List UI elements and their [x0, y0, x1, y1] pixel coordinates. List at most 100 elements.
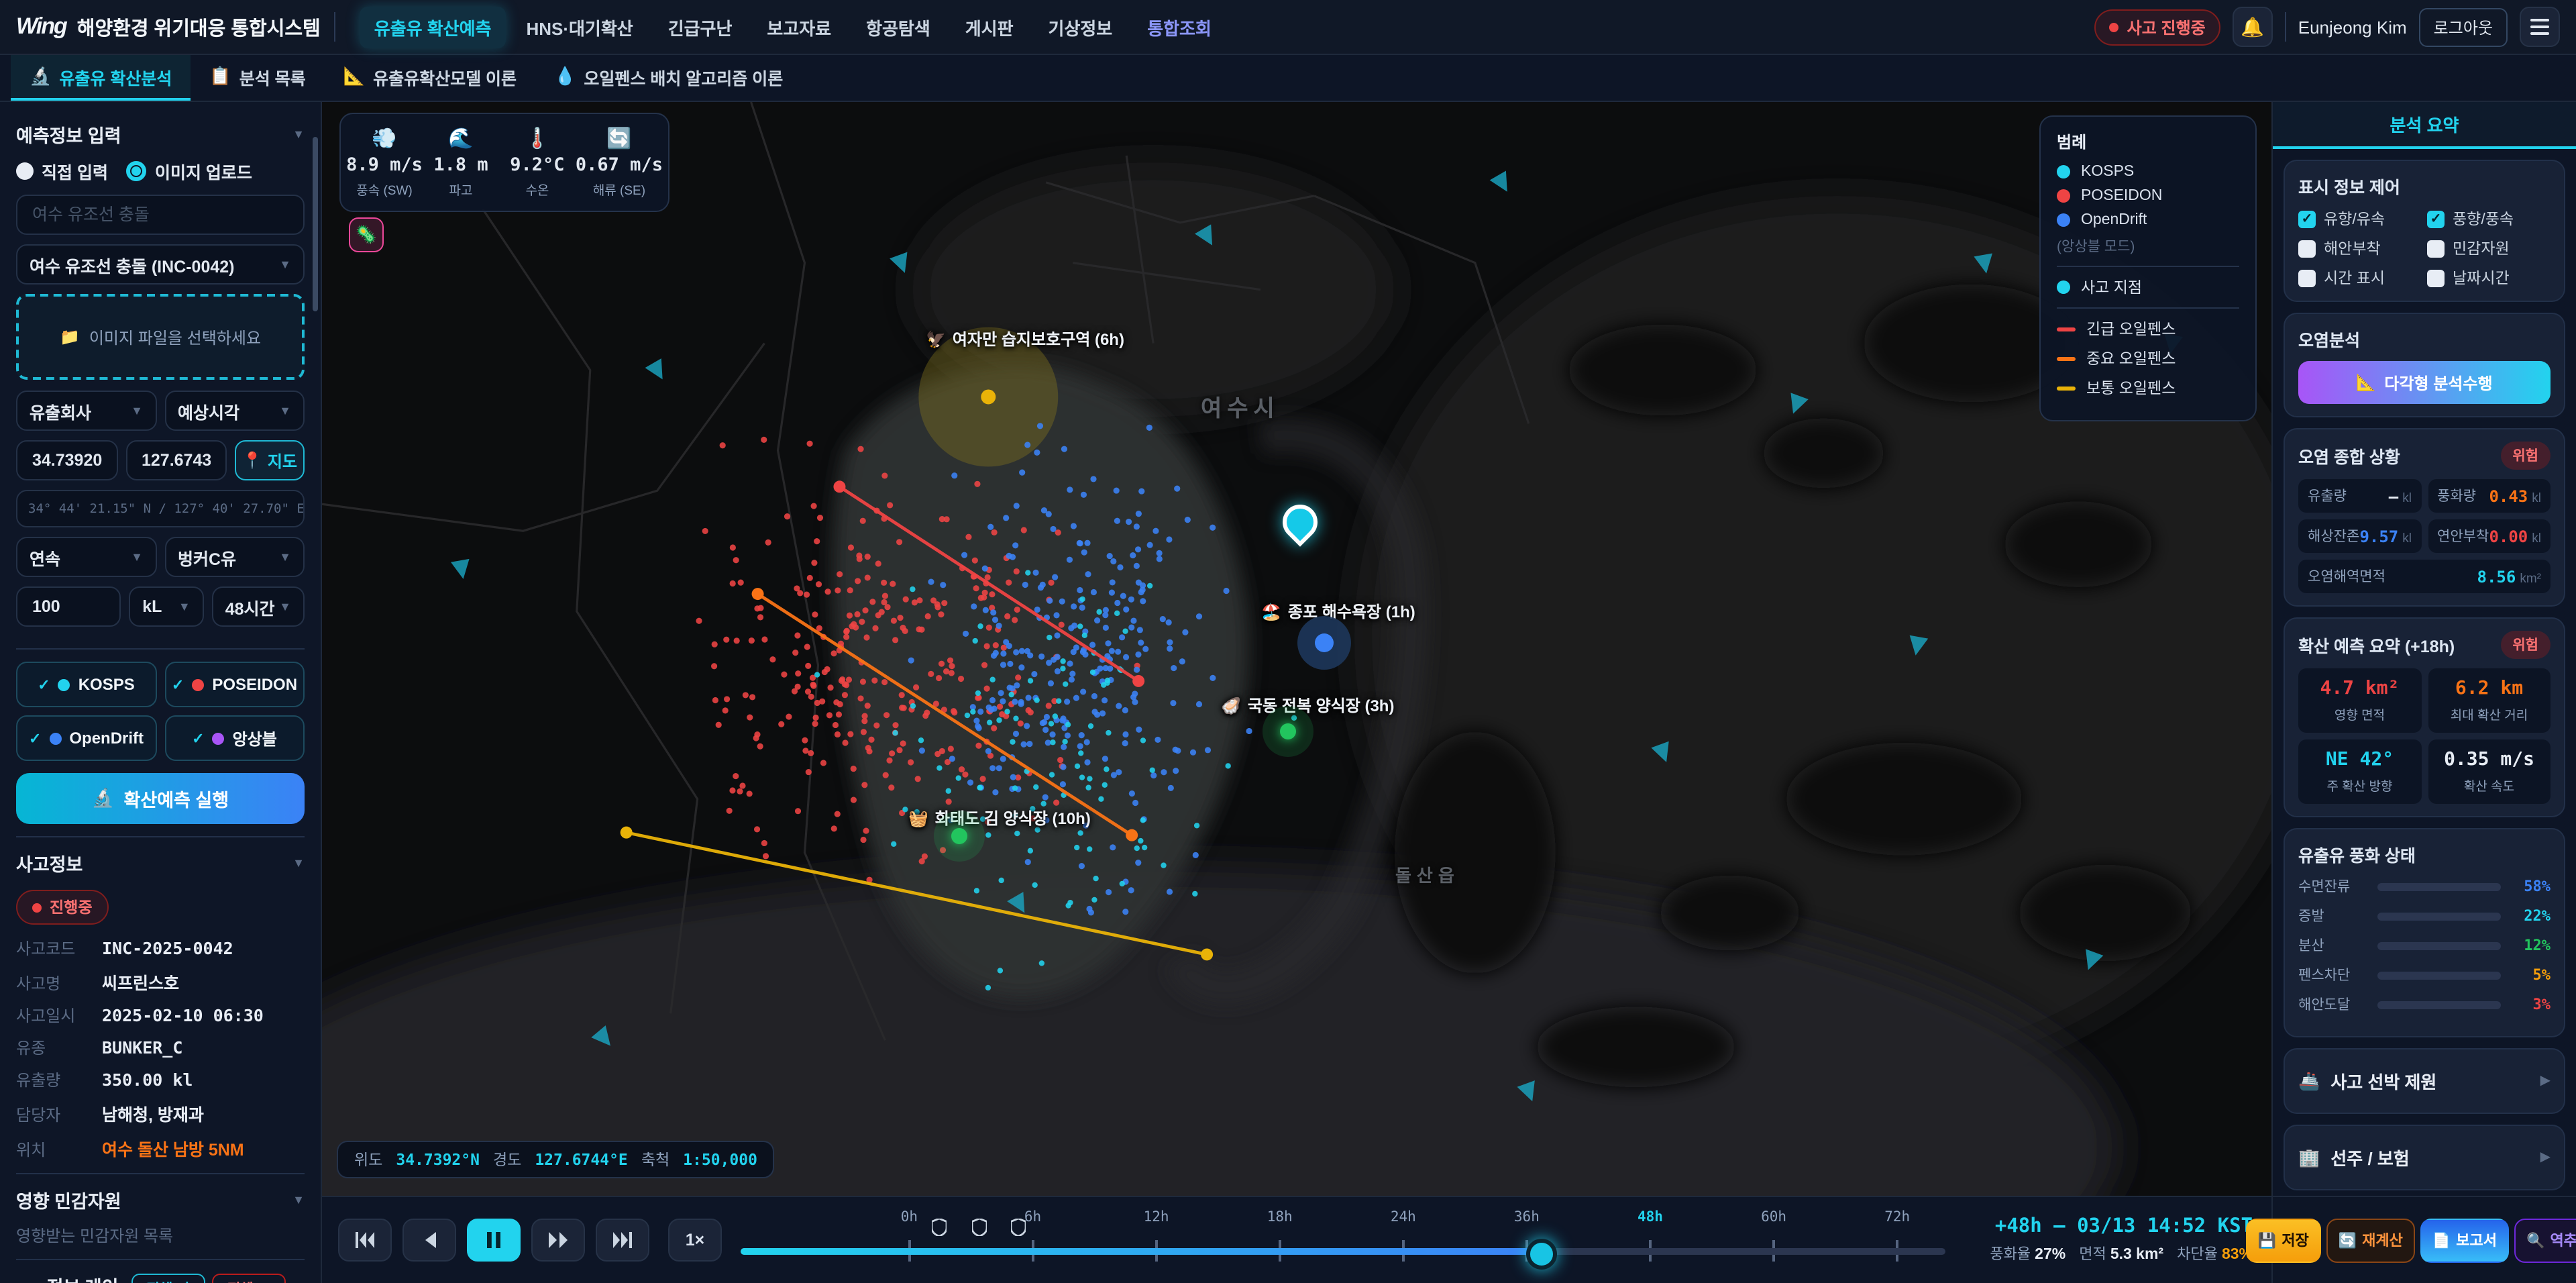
oil-type-select[interactable]: 벙커C유▼ [164, 537, 305, 577]
incident-select[interactable]: 여수 유조선 충돌 (INC-0042) ▼ [16, 244, 305, 285]
oil-particle [1077, 623, 1083, 629]
bstat-value: 5.3 km² [2110, 1247, 2163, 1263]
tab-유출유 확산분석[interactable]: 🔬유출유 확산분석 [11, 55, 191, 101]
pick-on-map-button[interactable]: 📍 지도 [235, 440, 305, 480]
oil-particle [1116, 703, 1122, 709]
oil-particle [908, 658, 914, 664]
radio-image-upload[interactable]: 이미지 업로드 [127, 158, 252, 184]
oil-particle [862, 607, 868, 613]
amount-input[interactable] [30, 596, 107, 617]
oil-particle [847, 613, 853, 619]
layers-all-on-button[interactable]: 전체 켜기 [131, 1274, 205, 1283]
map-marker[interactable] [934, 811, 985, 862]
analysis-summary-tab[interactable]: 분석 요약 [2273, 102, 2576, 149]
fence-endpoint [621, 827, 633, 839]
oil-particle [1064, 699, 1070, 705]
sensitive-section-header[interactable]: 영향 민감자원 ▼ [16, 1186, 305, 1213]
model-toggle-POSEIDON[interactable]: ✓POSEIDON [164, 662, 305, 707]
display-check-유향/유속[interactable]: ✓유향/유속 [2298, 208, 2422, 229]
oil-particle [984, 686, 990, 692]
sidebar-scrollbar[interactable] [313, 137, 318, 311]
oil-particle [938, 611, 944, 617]
checkbox-label: 날짜시간 [2453, 267, 2510, 289]
expected-time-select[interactable]: 예상시각▼ [164, 391, 305, 431]
menu-button[interactable] [2520, 7, 2560, 47]
longitude-input[interactable] [139, 450, 213, 471]
longitude-field-wrap [125, 440, 227, 480]
oil-particle [805, 688, 811, 695]
tab-분석 목록[interactable]: 📋분석 목록 [191, 55, 324, 101]
oil-particle [980, 776, 986, 782]
display-check-해안부착[interactable]: 해안부착 [2298, 238, 2422, 259]
oil-particle [1012, 785, 1018, 790]
oil-particle [1134, 523, 1140, 529]
map-tool-button[interactable]: 🦠 [349, 217, 384, 252]
timeline-thumb[interactable] [1526, 1239, 1557, 1270]
layers-all-off-button[interactable]: 전체 끄기 [212, 1274, 286, 1283]
logout-button[interactable]: 로그아웃 [2419, 7, 2508, 46]
image-dropzone[interactable]: 📁 이미지 파일을 선택하세요 [16, 294, 305, 380]
tab-icon: 📐 [343, 66, 365, 87]
nav-item-통합조회[interactable]: 통합조회 [1132, 6, 1226, 48]
bar-percent: 58% [2510, 878, 2551, 895]
spill-mode-select[interactable]: 연속▼ [16, 537, 156, 577]
weather-metric: 🔄0.67 m/s해류 (SE) [576, 126, 663, 199]
incident-section-header[interactable]: 사고정보 ▼ [16, 850, 305, 876]
action-저장-button[interactable]: 💾저장 [2246, 1218, 2321, 1262]
oil-particle [1082, 633, 1087, 638]
nav-item-보고자료[interactable]: 보고자료 [752, 6, 846, 48]
model-toggle-KOSPS[interactable]: ✓KOSPS [16, 662, 156, 707]
oil-particle [1049, 772, 1055, 777]
predict-section-header[interactable]: 예측정보 입력 ▼ [16, 121, 305, 148]
nav-item-게시판[interactable]: 게시판 [951, 6, 1028, 48]
oil-particle [986, 705, 992, 711]
polygon-analysis-button[interactable]: 📐 다각형 분석수행 [2298, 361, 2551, 404]
weathering-bar-펜스차단: 펜스차단5% [2298, 965, 2551, 985]
action-보고서-button[interactable]: 📄보고서 [2420, 1218, 2509, 1262]
oil-particle [1026, 741, 1032, 747]
tab-유출유확산모델 이론[interactable]: 📐유출유확산모델 이론 [325, 55, 535, 101]
map-marker[interactable] [1263, 706, 1313, 757]
incident-name-input[interactable] [30, 204, 291, 225]
model-toggle-앙상블[interactable]: ✓앙상블 [164, 715, 305, 761]
oil-particle [1059, 599, 1065, 605]
bstat-label: 풍화율 [1990, 1247, 2035, 1263]
unit-select[interactable]: kL▼ [129, 586, 204, 627]
fast-forward-button[interactable] [531, 1219, 585, 1262]
display-check-날짜시간[interactable]: 날짜시간 [2427, 267, 2551, 289]
display-check-풍향/풍속[interactable]: ✓풍향/풍속 [2427, 208, 2551, 229]
run-prediction-button[interactable]: 🔬 확산예측 실행 [16, 773, 305, 824]
radio-direct-input[interactable]: 직접 입력 [16, 158, 108, 184]
timeline-label-72h: 72h [1884, 1209, 1910, 1225]
nav-item-긴급구난[interactable]: 긴급구난 [653, 6, 747, 48]
duration-select[interactable]: 48시간▼ [212, 586, 305, 627]
notifications-button[interactable]: 🔔 [2233, 7, 2273, 47]
display-check-시간 표시[interactable]: 시간 표시 [2298, 267, 2422, 289]
map-marker[interactable] [1297, 616, 1351, 670]
step-back-button[interactable] [402, 1219, 456, 1262]
nav-item-기상정보[interactable]: 기상정보 [1034, 6, 1128, 48]
action-역추적-button[interactable]: 🔍역추적 [2514, 1218, 2576, 1262]
display-check-민감자원[interactable]: 민감자원 [2427, 238, 2551, 259]
nav-item-항공탐색[interactable]: 항공탐색 [851, 6, 945, 48]
oil-particle [723, 637, 729, 643]
oil-particle [738, 580, 744, 586]
map-canvas[interactable]: 💨8.9 m/s풍속 (SW)🌊1.8 m파고🌡️9.2°C수온🔄0.67 m/… [322, 102, 2271, 1196]
tile-label: 주 확산 방향 [2304, 776, 2416, 794]
skip-start-button[interactable] [338, 1219, 392, 1262]
company-select[interactable]: 유출회사▼ [16, 391, 156, 431]
owner-insurance-card[interactable]: 🏢 선주 / 보험 ▶ [2284, 1125, 2565, 1190]
oil-particle [1059, 717, 1065, 723]
time-slider[interactable]: 0h6h12h18h24h36h48h60h72h [741, 1197, 1945, 1283]
skip-end-button[interactable] [596, 1219, 649, 1262]
nav-item-HNS·대기확산[interactable]: HNS·대기확산 [511, 6, 647, 48]
latitude-input[interactable] [30, 450, 104, 471]
ship-spec-card[interactable]: 🚢 사고 선박 제원 ▶ [2284, 1048, 2565, 1114]
action-재계산-button[interactable]: 🔄재계산 [2326, 1218, 2415, 1262]
tab-오일펜스 배치 알고리즘 이론[interactable]: 💧오일펜스 배치 알고리즘 이론 [535, 55, 802, 101]
pause-button[interactable] [467, 1219, 521, 1262]
nav-item-유출유 확산예측[interactable]: 유출유 확산예측 [360, 6, 506, 48]
playback-speed-button[interactable]: 1× [668, 1219, 722, 1262]
model-toggle-OpenDrift[interactable]: ✓OpenDrift [16, 715, 156, 761]
oil-particle [807, 441, 813, 447]
